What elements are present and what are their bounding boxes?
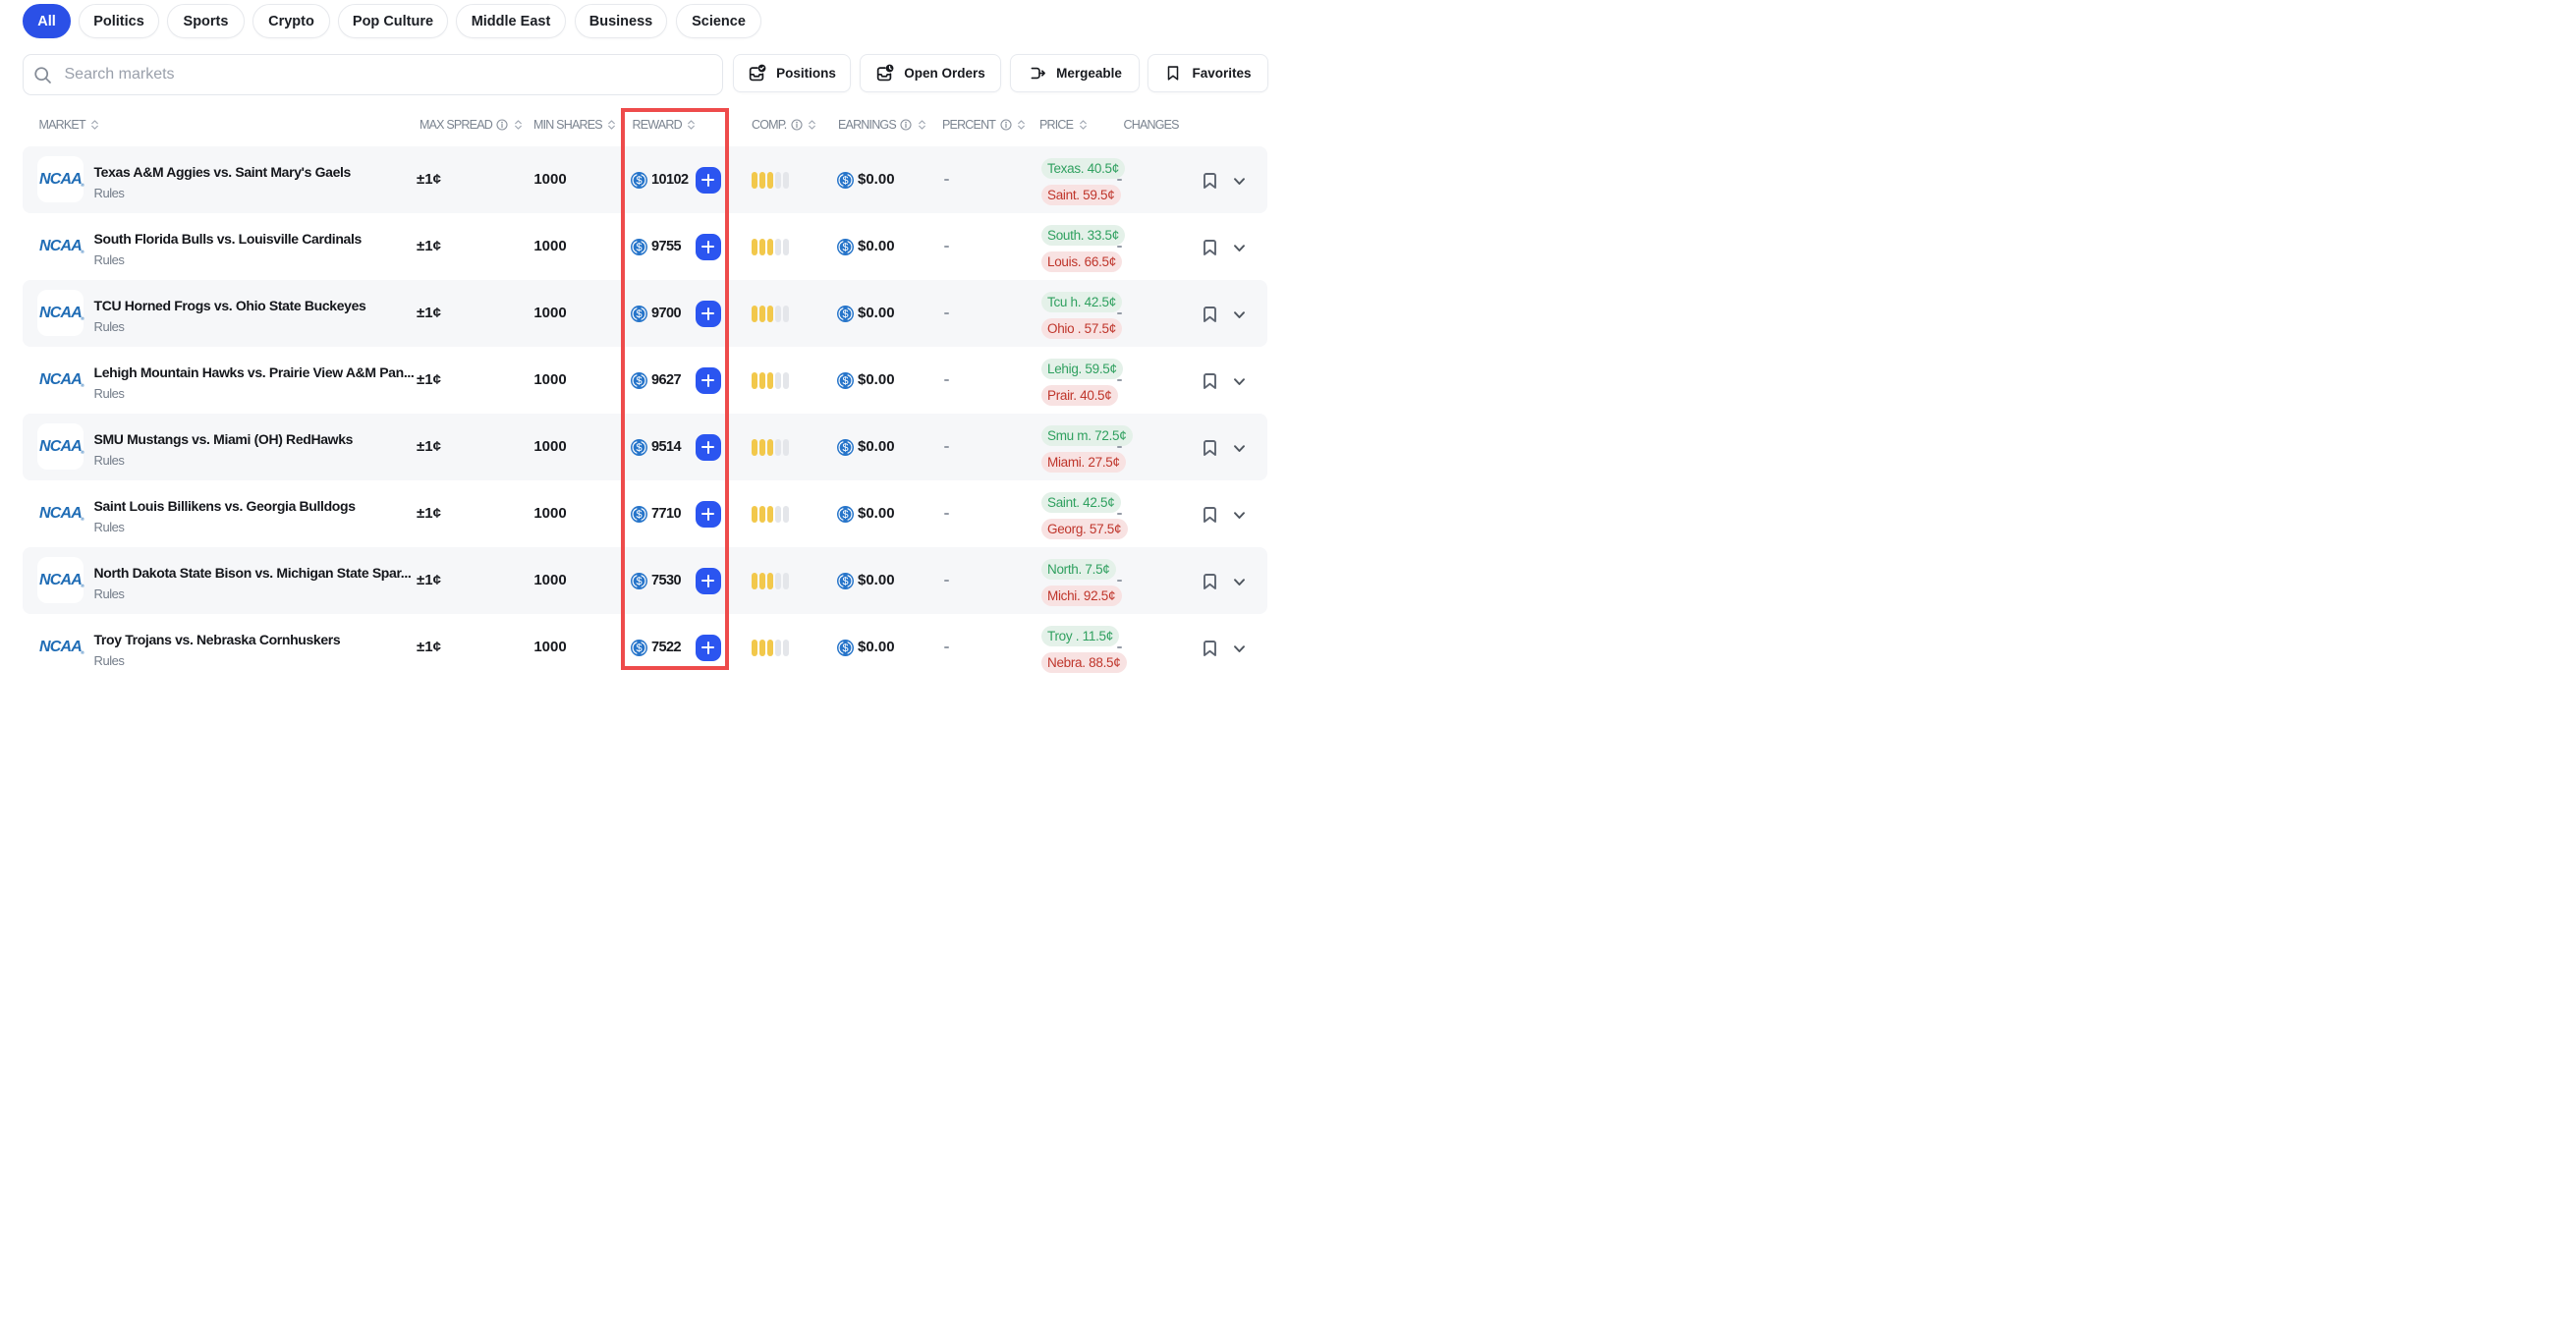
svg-text:$: $ [842,576,848,587]
svg-text:$: $ [842,308,848,320]
svg-text:$: $ [842,642,848,654]
svg-text:$: $ [842,175,848,187]
svg-text:$: $ [842,442,848,454]
svg-text:$: $ [842,509,848,521]
svg-text:$: $ [842,375,848,387]
svg-text:$: $ [842,242,848,253]
